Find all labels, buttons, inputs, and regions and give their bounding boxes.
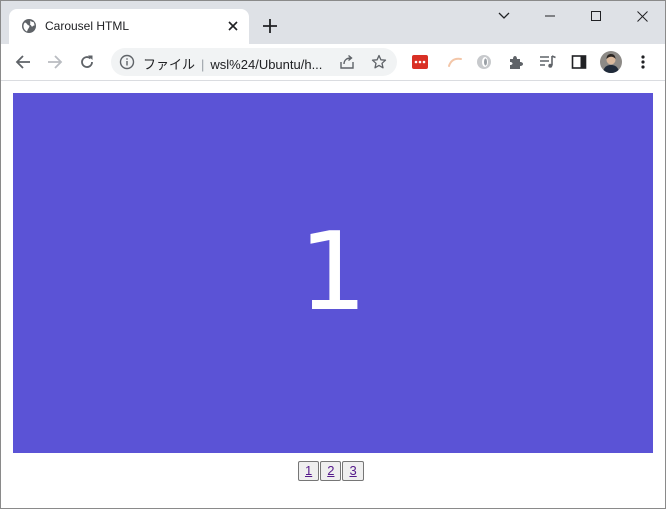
page-button-2[interactable]: 2 xyxy=(320,461,342,481)
browser-toolbar: ファイル | wsl%24/Ubuntu/h... xyxy=(1,44,665,81)
chevron-down-icon xyxy=(498,12,510,19)
close-icon[interactable] xyxy=(223,16,243,36)
password-manager-icon xyxy=(412,55,428,69)
minimize-button[interactable] xyxy=(527,1,573,31)
reload-icon xyxy=(81,55,93,68)
page-content: 1 1 2 3 xyxy=(1,81,665,508)
star-icon[interactable] xyxy=(371,54,387,70)
new-tab-button[interactable] xyxy=(259,15,281,37)
slide-number: 1 xyxy=(298,210,368,335)
scheme-label: ファイル xyxy=(143,57,196,72)
url-value: wsl%24/Ubuntu/h... xyxy=(210,57,323,72)
puzzle-icon xyxy=(510,56,523,69)
plus-icon xyxy=(263,19,277,33)
page-button-1[interactable]: 1 xyxy=(298,461,320,481)
circle-logo-icon xyxy=(477,55,491,69)
arrow-left-icon xyxy=(15,55,30,69)
arrow-right-icon xyxy=(48,55,63,69)
extensions-button[interactable] xyxy=(502,48,530,76)
extension-red-button[interactable] xyxy=(406,48,434,76)
more-vertical-icon xyxy=(641,55,645,69)
back-button[interactable] xyxy=(9,48,37,76)
address-bar[interactable]: ファイル | wsl%24/Ubuntu/h... xyxy=(111,48,397,76)
extension-circle-button[interactable] xyxy=(470,48,498,76)
minimize-icon xyxy=(545,15,555,17)
url-text: ファイル | wsl%24/Ubuntu/h... xyxy=(143,54,322,73)
url-separator: | xyxy=(201,57,205,72)
tab-strip: Carousel HTML xyxy=(1,1,665,44)
browser-window: Carousel HTML ファイル | wsl%24/Ubuntu/h... … xyxy=(0,0,666,509)
maximize-button[interactable] xyxy=(573,1,619,31)
info-icon[interactable] xyxy=(119,54,135,70)
reload-button[interactable] xyxy=(73,48,101,76)
menu-button[interactable] xyxy=(629,48,657,76)
carousel-slide: 1 xyxy=(13,93,653,453)
maximize-icon xyxy=(591,11,601,21)
carousel-pager: 1 2 3 xyxy=(298,461,365,481)
share-icon[interactable] xyxy=(339,54,355,70)
profile-avatar-button[interactable] xyxy=(597,48,625,76)
tab-carousel[interactable]: Carousel HTML xyxy=(9,9,249,44)
side-panel-icon xyxy=(571,55,587,69)
forward-button[interactable] xyxy=(41,48,69,76)
playlist-music-icon xyxy=(540,55,556,68)
close-window-button[interactable] xyxy=(619,1,665,31)
extension-swoosh-button[interactable] xyxy=(441,48,469,76)
tab-search-button[interactable] xyxy=(481,1,527,31)
page-button-3[interactable]: 3 xyxy=(342,461,364,481)
globe-icon xyxy=(21,18,37,34)
media-control-button[interactable] xyxy=(534,48,562,76)
side-panel-button[interactable] xyxy=(565,48,593,76)
avatar xyxy=(600,51,622,73)
close-icon xyxy=(636,10,648,22)
tab-title: Carousel HTML xyxy=(45,19,130,33)
swoosh-icon xyxy=(448,57,462,67)
